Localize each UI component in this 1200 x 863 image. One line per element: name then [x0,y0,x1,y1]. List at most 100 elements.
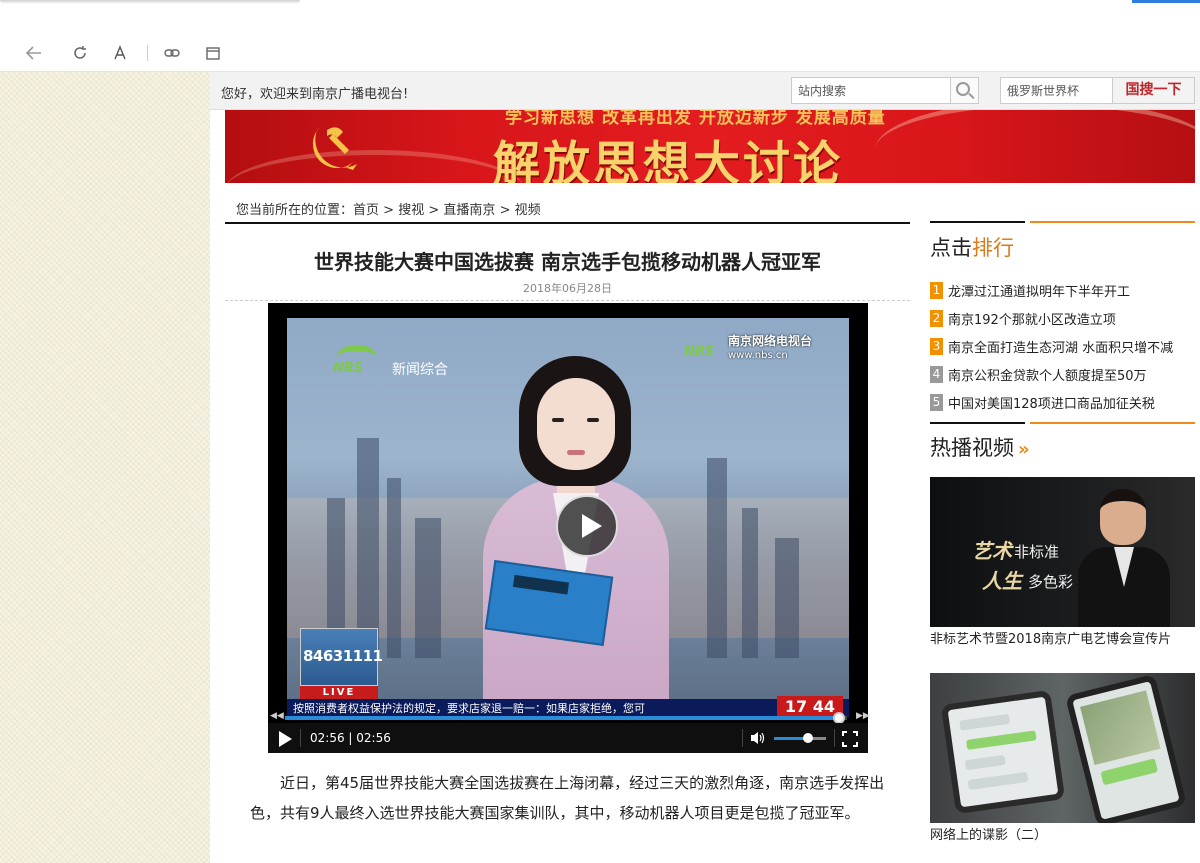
breadcrumb-separator: > [383,203,395,218]
rank-badge: 1 [930,281,943,299]
hot-videos-rule [930,422,1025,424]
seek-back-icon[interactable]: ◀◀ [270,711,284,721]
video-frame[interactable]: NBS 新闻综合 NBS 南京网络电视台 www.nbs.cn 84631111… [287,318,849,718]
banner-title: 解放思想大讨论 [493,137,843,183]
breadcrumb-home[interactable]: 首页 [353,203,379,218]
font-size-icon[interactable] [110,43,130,63]
ranking-rule-accent [1030,221,1195,223]
video-caption[interactable]: 非标艺术节暨2018南京广电艺博会宣传片 [930,628,1171,647]
progress-bar[interactable]: ◀◀ ▶▶ [268,711,870,724]
search-icon-handle [968,92,975,100]
article-body: 近日，第45届世界技能大赛全国选拔赛在上海闭幕，经过三天的激烈角逐，南京选手发挥… [250,774,885,822]
thumbnail-text: 艺术 [972,539,1012,563]
channel-name: 新闻综合 [392,362,448,378]
ranking-item-title[interactable]: 南京全面打造生态河湖 水面积只增不减 [948,337,1173,356]
ranking-item-title[interactable]: 龙潭过江通道拟明年下半年开工 [948,281,1130,300]
host-figure [1078,489,1170,627]
thumbnail-text: 人生 [982,569,1022,593]
guosou-input[interactable] [1000,77,1113,104]
volume-icon[interactable] [750,731,766,749]
breadcrumb-soushi[interactable]: 搜视 [398,203,424,218]
breadcrumb-divider [225,222,910,224]
toolbar-separator [147,45,148,61]
hotline-badge: 84631111 [300,628,383,686]
ranking-item-title[interactable]: 中国对美国128项进口商品加征关税 [948,393,1155,412]
ranking-item[interactable]: 3 南京全面打造生态河湖 水面积只增不减 [930,332,1195,360]
site-search-input[interactable] [791,77,951,104]
chat-bubble [1100,758,1159,786]
ranking-item[interactable]: 4 南京公积金贷款个人额度提至50万 [930,360,1195,388]
breadcrumb-video[interactable]: 视频 [515,203,541,218]
anchor-face [537,378,615,470]
video-player[interactable]: NBS 新闻综合 NBS 南京网络电视台 www.nbs.cn 84631111… [268,303,870,753]
reload-icon[interactable] [70,43,90,63]
ranking-rule [930,221,1025,223]
control-separator [742,729,743,747]
map-image [1080,690,1161,766]
arrow-left-icon[interactable] [24,43,44,63]
building [775,538,799,658]
control-separator [300,729,301,747]
ranking-item[interactable]: 2 南京192个那就小区改造立项 [930,304,1195,332]
welcome-text: 您好，欢迎来到南京广播电视台! [221,87,409,102]
more-arrow-icon[interactable]: » [1018,439,1030,460]
anchor-eye [552,418,564,422]
chat-bubble [964,754,1006,771]
volume-handle[interactable] [802,733,813,743]
promo-banner[interactable]: 学习新思想 改革再出发 开放迈新步 发展高质量 解放思想大讨论 [225,110,1195,183]
ranking-title: 点击排行 [930,232,1014,262]
link-icon[interactable] [162,43,182,63]
ranking-item-title[interactable]: 南京公积金贷款个人额度提至50万 [948,365,1147,384]
play-icon[interactable] [279,731,292,747]
hot-videos-rule-accent [1030,422,1195,424]
guosou-button[interactable]: 国搜一下 [1113,77,1195,104]
ranking-title-a: 点击 [930,236,972,260]
rank-badge: 3 [930,337,943,355]
hotline-number: 84631111 [303,647,383,665]
thumbnail-text: 非标准 [1014,543,1060,561]
window-icon[interactable] [203,43,223,63]
site-topbar: 您好，欢迎来到南京广播电视台! 国搜一下 [210,72,1200,110]
host-head [1100,489,1146,545]
building [707,458,727,658]
watermark-logo: NBS 南京网络电视台 www.nbs.cn [684,330,849,372]
building [387,478,401,658]
tab-accent [1132,0,1200,3]
watermark-title: 南京网络电视台 [728,334,813,348]
fullscreen-icon[interactable] [842,731,858,747]
chat-bubble [965,730,1037,750]
ranking-item[interactable]: 1 龙潭过江通道拟明年下半年开工 [930,276,1195,304]
article-title: 世界技能大赛中国选拔赛 南京选手包揽移动机器人冠亚军 [314,250,821,274]
control-separator [834,729,835,747]
watermark-brand: NBS [684,344,715,359]
tab-shadow [0,0,300,4]
phone-image [940,689,1066,815]
phone-image [1065,673,1187,823]
building [742,508,758,658]
article-divider [225,300,910,301]
hot-videos-label: 热播视频 [930,436,1014,460]
building [357,438,379,658]
player-controls: 02:56 | 02:56 [268,723,868,753]
live-badge: LIVE [300,686,378,699]
video-thumbnail[interactable] [930,673,1195,823]
building [415,518,441,658]
video-thumbnail[interactable]: 艺术 非标准 人生 多色彩 [930,477,1195,627]
article-date: 2018年06月28日 [523,282,612,295]
anchor-eye [587,418,599,422]
breadcrumb-live-nanjing[interactable]: 直播南京 [443,203,495,218]
search-button[interactable] [951,77,979,104]
ranking-item-title[interactable]: 南京192个那就小区改造立项 [948,309,1116,328]
video-caption[interactable]: 网络上的谍影（二） [930,824,1047,843]
breadcrumb-separator: > [499,203,511,218]
rank-badge: 4 [930,365,943,383]
ranking-title-b: 排行 [972,236,1014,260]
big-play-icon[interactable] [556,495,618,557]
breadcrumb-prefix: 您当前所在的位置： [236,203,354,218]
seek-forward-icon[interactable]: ▶▶ [856,711,870,721]
watermark-url: www.nbs.cn [728,350,788,361]
banner-decoration [225,150,525,183]
hot-videos-title[interactable]: 热播视频» [930,432,1030,462]
anchor-mouth [567,450,585,455]
ranking-item[interactable]: 5 中国对美国128项进口商品加征关税 [930,388,1195,416]
